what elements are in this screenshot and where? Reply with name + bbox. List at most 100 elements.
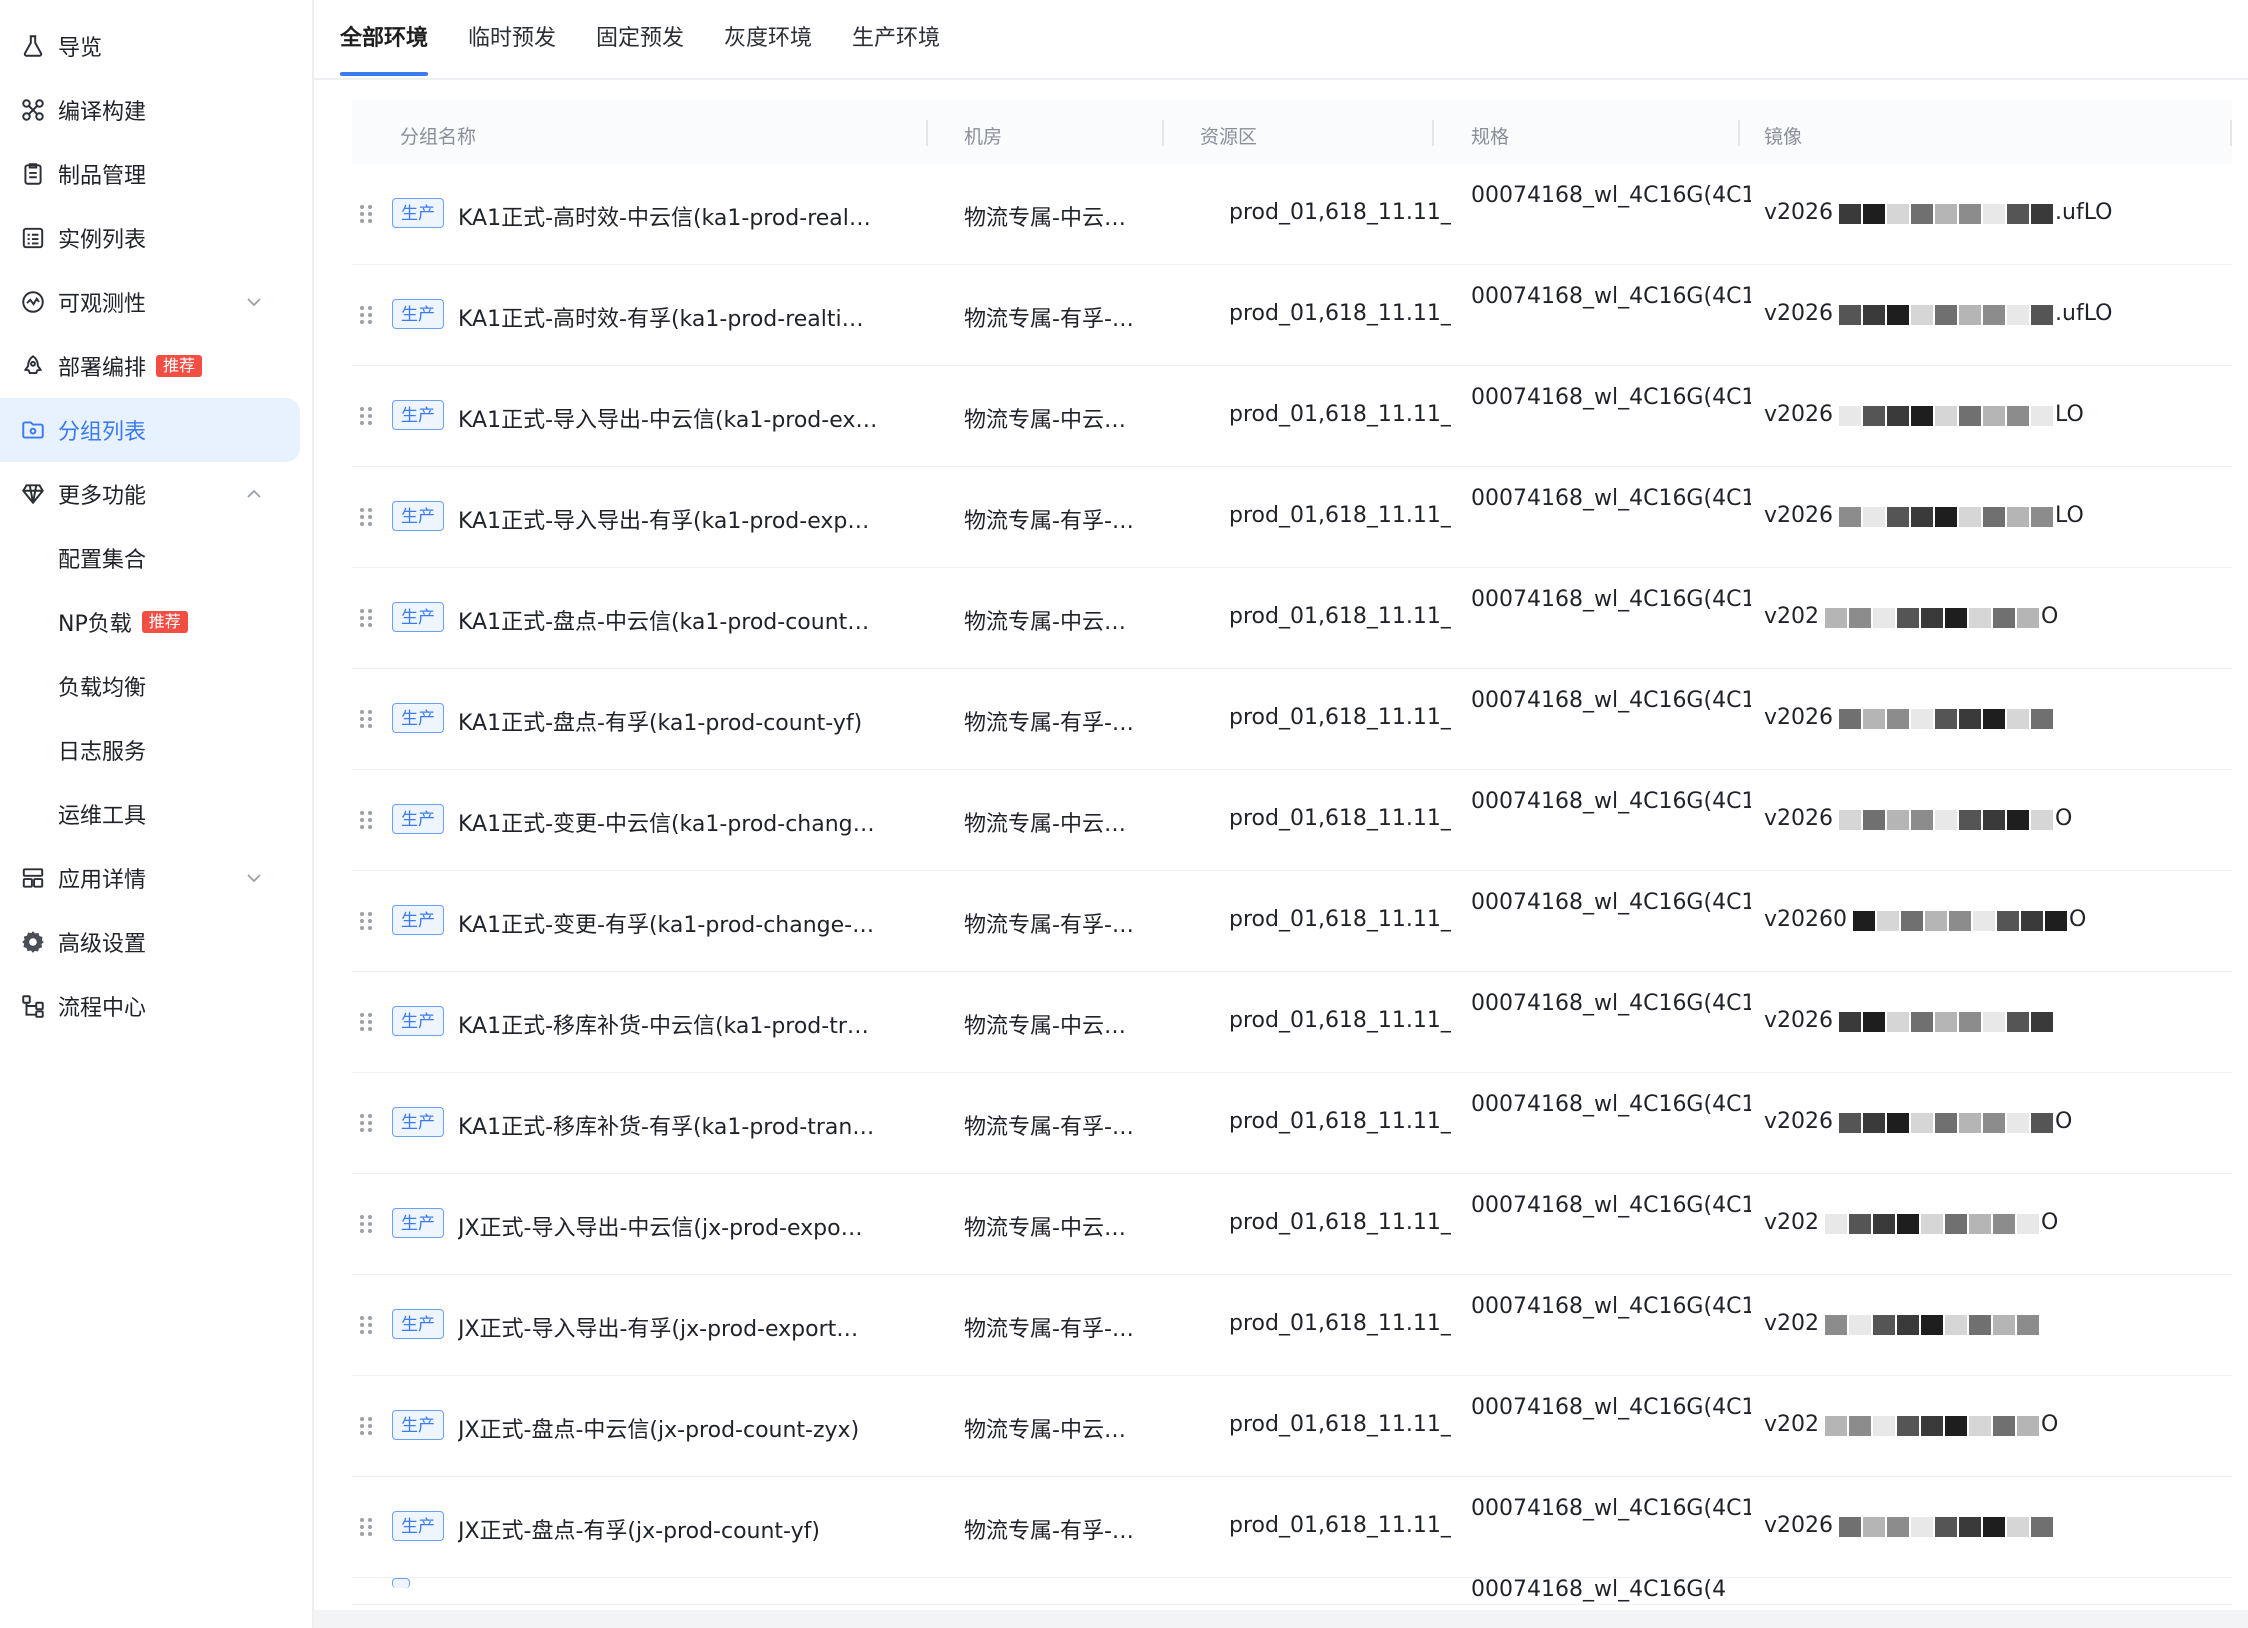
image-version-prefix: v2026: [1764, 705, 1834, 730]
tab-prod-env[interactable]: 生产环境: [852, 20, 940, 52]
chevron-down-icon[interactable]: [244, 868, 264, 888]
table-row[interactable]: 生产 JX正式-盘点-有孚(jx-prod-count-yf) 物流专属-有孚-……: [352, 1477, 2232, 1578]
room-cell: 物流专属-中云…: [964, 610, 1126, 635]
sidebar-item-load-balance[interactable]: 负载均衡: [0, 654, 300, 718]
group-name-link[interactable]: KA1正式-移库补货-中云信(ka1-prod-tr…: [458, 1008, 902, 1040]
sidebar-item-config[interactable]: 配置集合: [0, 526, 300, 590]
sidebar-item-more[interactable]: 更多功能: [0, 462, 300, 526]
table-row[interactable]: 生产 KA1正式-移库补货-有孚(ka1-prod-tran… 物流专属-有孚-……: [352, 1073, 2232, 1174]
flask-icon: [20, 33, 46, 59]
sidebar-item-groups[interactable]: 分组列表: [0, 398, 300, 462]
group-name-link[interactable]: KA1正式-移库补货-有孚(ka1-prod-tran…: [458, 1109, 902, 1141]
group-name-link[interactable]: KA1正式-变更-中云信(ka1-prod-chang…: [458, 806, 902, 838]
chevron-down-icon[interactable]: [244, 292, 264, 312]
chevron-up-icon[interactable]: [244, 484, 264, 504]
drag-handle-icon[interactable]: [352, 1311, 380, 1339]
tab-gray-env[interactable]: 灰度环境: [724, 20, 812, 52]
recommend-badge: 推荐: [141, 611, 188, 633]
redacted-mosaic: [1825, 1312, 2041, 1337]
sidebar-item-observability[interactable]: 可观测性: [0, 270, 300, 334]
image-version-suffix: .ufLO: [2055, 200, 2113, 225]
column-divider: [926, 120, 928, 146]
sidebar-item-artifacts[interactable]: 制品管理: [0, 142, 300, 206]
image-cell: v2026 .ufLO: [1764, 301, 2194, 327]
column-divider: [1432, 120, 1434, 146]
table-row[interactable]: 生产 KA1正式-高时效-中云信(ka1-prod-real… 物流专属-中云… …: [352, 164, 2232, 265]
table-row[interactable]: 生产 KA1正式-变更-有孚(ka1-prod-change-… 物流专属-有孚-…: [352, 871, 2232, 972]
table-row[interactable]: 生产 KA1正式-高时效-有孚(ka1-prod-realti… 物流专属-有孚-…: [352, 265, 2232, 366]
env-tag: 生产: [392, 1410, 444, 1440]
sidebar-item-label: 更多功能: [58, 484, 147, 509]
image-version-suffix: LO: [2055, 503, 2084, 528]
drag-handle-icon[interactable]: [352, 604, 380, 632]
spec-cell: 00074168_wl_4C16G(4C16384Mi): [1471, 789, 1751, 814]
table-row[interactable]: 生产 KA1正式-盘点-有孚(ka1-prod-count-yf) 物流专属-有孚…: [352, 669, 2232, 770]
drag-handle-icon[interactable]: [352, 301, 380, 329]
drag-handle-icon[interactable]: [352, 1109, 380, 1137]
group-name-link[interactable]: KA1正式-变更-有孚(ka1-prod-change-…: [458, 907, 902, 939]
table-row[interactable]: 生产 JX正式-盘点-中云信(jx-prod-count-zyx) 物流专属-中云…: [352, 1376, 2232, 1477]
group-name-link[interactable]: JX正式-导入导出-中云信(jx-prod-expo…: [458, 1210, 902, 1242]
zone-cell: prod_01,618_11.11_…: [1229, 705, 1451, 730]
table-row[interactable]: 生产 KA1正式-导入导出-中云信(ka1-prod-ex… 物流专属-中云… p…: [352, 366, 2232, 467]
sidebar-item-instances[interactable]: 实例列表: [0, 206, 300, 270]
drag-handle-icon[interactable]: [352, 402, 380, 430]
sidebar-item-build[interactable]: 编译构建: [0, 78, 300, 142]
drag-handle-icon[interactable]: [352, 1008, 380, 1036]
rocket-icon: [20, 353, 46, 379]
group-name-link[interactable]: JX正式-导入导出-有孚(jx-prod-export…: [458, 1311, 902, 1343]
sidebar-item-deploy[interactable]: 部署编排 推荐: [0, 334, 300, 398]
sidebar-item-flow[interactable]: 流程中心: [0, 974, 300, 1038]
drag-handle-icon[interactable]: [352, 200, 380, 228]
drag-handle-icon[interactable]: [352, 806, 380, 834]
image-version-suffix: O: [2041, 1210, 2059, 1235]
spec-cell: 00074168_wl_4C16G(4C16384Mi): [1471, 1496, 1751, 1521]
group-name-link[interactable]: KA1正式-高时效-中云信(ka1-prod-real…: [458, 200, 902, 232]
group-table: 分组名称 机房 资源区 规格 镜像 生产 KA1正式-高时效-中云信(ka1-pr…: [352, 100, 2232, 1605]
drag-handle-icon[interactable]: [352, 907, 380, 935]
group-name-link[interactable]: KA1正式-盘点-中云信(ka1-prod-count…: [458, 604, 902, 636]
room-cell: 物流专属-中云…: [964, 1216, 1126, 1241]
table-row[interactable]: 生产 JX正式-导入导出-中云信(jx-prod-expo… 物流专属-中云… p…: [352, 1174, 2232, 1275]
table-row[interactable]: 生产 JX正式-导入导出-有孚(jx-prod-export… 物流专属-有孚-……: [352, 1275, 2232, 1376]
group-name-link[interactable]: KA1正式-盘点-有孚(ka1-prod-count-yf): [458, 705, 902, 737]
column-divider: [1738, 120, 1740, 146]
table-row[interactable]: 生产 KA1正式-变更-中云信(ka1-prod-chang… 物流专属-中云… …: [352, 770, 2232, 871]
tab-temp-pre[interactable]: 临时预发: [468, 20, 556, 52]
sidebar-item-overview[interactable]: 导览: [0, 14, 300, 78]
table-row[interactable]: 生产 KA1正式-移库补货-中云信(ka1-prod-tr… 物流专属-中云… p…: [352, 972, 2232, 1073]
sidebar-item-logs[interactable]: 日志服务: [0, 718, 300, 782]
sidebar-item-app-detail[interactable]: 应用详情: [0, 846, 300, 910]
sidebar-item-label: NP负载: [58, 612, 132, 637]
image-version-prefix: v2026: [1764, 200, 1834, 225]
image-cell: v2026 LO: [1764, 503, 2194, 529]
table-row[interactable]: 00074168_wl_4C16G(4: [352, 1578, 2232, 1605]
sidebar-item-label: 日志服务: [58, 740, 147, 765]
drag-handle-icon[interactable]: [352, 503, 380, 531]
table-row[interactable]: 生产 KA1正式-导入导出-有孚(ka1-prod-exp… 物流专属-有孚-… …: [352, 467, 2232, 568]
group-name-link[interactable]: KA1正式-导入导出-中云信(ka1-prod-ex…: [458, 402, 902, 434]
spec-cell: 00074168_wl_4C16G(4C16384Mi): [1471, 688, 1751, 713]
env-tag: 生产: [392, 1309, 444, 1339]
tab-all-env[interactable]: 全部环境: [340, 20, 428, 52]
sidebar-item-ops-tools[interactable]: 运维工具: [0, 782, 300, 846]
table-row[interactable]: 生产 KA1正式-盘点-中云信(ka1-prod-count… 物流专属-中云… …: [352, 568, 2232, 669]
drag-handle-icon[interactable]: [352, 1412, 380, 1440]
drag-handle-icon[interactable]: [352, 1513, 380, 1541]
layout-icon: [20, 865, 46, 891]
room-cell: 物流专属-有孚-…: [964, 913, 1134, 938]
sidebar-item-np-load[interactable]: NP负载 推荐: [0, 590, 300, 654]
image-version-suffix: .ufLO: [2055, 301, 2113, 326]
scroll-bar-track[interactable]: [314, 1610, 2248, 1628]
image-cell: v2026: [1764, 705, 2194, 731]
group-name-link[interactable]: JX正式-盘点-有孚(jx-prod-count-yf): [458, 1513, 902, 1545]
sidebar-item-advanced[interactable]: 高级设置: [0, 910, 300, 974]
group-name-link[interactable]: JX正式-盘点-中云信(jx-prod-count-zyx): [458, 1412, 902, 1444]
tab-fixed-pre[interactable]: 固定预发: [596, 20, 684, 52]
redacted-mosaic: [1825, 605, 2041, 630]
group-name-link[interactable]: KA1正式-导入导出-有孚(ka1-prod-exp…: [458, 503, 902, 535]
group-name-link[interactable]: KA1正式-高时效-有孚(ka1-prod-realti…: [458, 301, 902, 333]
sidebar-item-label: 高级设置: [58, 932, 147, 957]
drag-handle-icon[interactable]: [352, 705, 380, 733]
drag-handle-icon[interactable]: [352, 1210, 380, 1238]
